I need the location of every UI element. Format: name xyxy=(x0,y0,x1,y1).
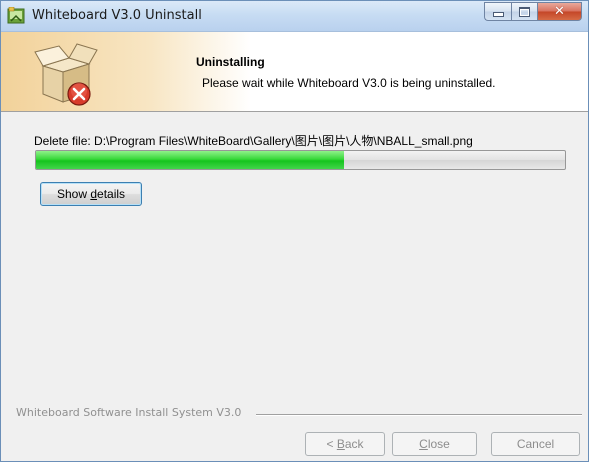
title-bar[interactable]: Whiteboard V3.0 Uninstall ✕ xyxy=(1,1,588,32)
caption-buttons: ✕ xyxy=(484,2,582,22)
close-label-post: lose xyxy=(427,437,450,451)
maximize-button[interactable] xyxy=(511,2,537,21)
window-title: Whiteboard V3.0 Uninstall xyxy=(32,8,202,23)
back-label-post: ack xyxy=(344,437,364,451)
minimize-icon xyxy=(492,12,504,17)
progress-bar xyxy=(35,150,566,170)
back-label-pre: < xyxy=(326,437,337,451)
show-details-label-post: etails xyxy=(97,187,126,201)
cancel-button[interactable]: Cancel xyxy=(491,432,580,456)
close-icon: ✕ xyxy=(554,4,565,19)
header-panel: Uninstalling Please wait while Whiteboar… xyxy=(1,32,588,112)
status-label: Delete file: D:\Program Files\WhiteBoard… xyxy=(34,134,473,148)
progress-fill xyxy=(36,151,344,169)
close-mnemonic: C xyxy=(419,437,428,451)
uninstall-box-icon xyxy=(34,43,98,106)
installer-brand: Whiteboard Software Install System V3.0 xyxy=(16,406,242,419)
show-details-label-pre: Show xyxy=(56,187,91,201)
back-button[interactable]: < Back xyxy=(305,432,385,456)
show-details-mnemonic: d xyxy=(90,187,98,201)
footer-divider xyxy=(256,414,582,416)
show-details-button[interactable]: Show d etails xyxy=(40,182,142,206)
minimize-button[interactable] xyxy=(484,2,511,21)
close-button[interactable]: Close xyxy=(392,432,477,456)
header-title: Uninstalling xyxy=(196,55,265,69)
whiteboard-app-icon xyxy=(7,7,25,24)
back-mnemonic: B xyxy=(336,437,345,451)
header-subtitle: Please wait while Whiteboard V3.0 is bei… xyxy=(202,76,496,90)
uninstall-window: Whiteboard V3.0 Uninstall ✕ Uninstalling… xyxy=(0,0,589,462)
maximize-icon xyxy=(519,6,530,17)
window-close-button[interactable]: ✕ xyxy=(537,2,582,21)
